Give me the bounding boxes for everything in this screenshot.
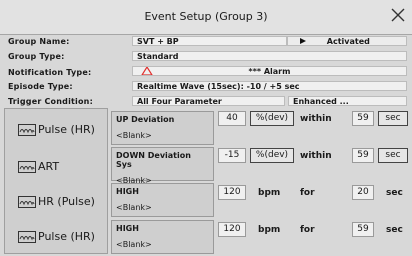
condition-title: HIGH bbox=[116, 224, 139, 233]
parameter-item-2[interactable]: ART bbox=[18, 160, 59, 173]
condition-2[interactable]: DOWN Deviation Sys <Blank> bbox=[111, 147, 214, 185]
condition-title: DOWN Deviation Sys bbox=[116, 151, 191, 169]
waveform-icon bbox=[18, 160, 36, 173]
alarm-triangle-icon bbox=[141, 67, 153, 75]
condition-3-time[interactable]: 20 bbox=[352, 185, 374, 200]
parameter-panel: Pulse (HR) ART HR (Pulse) Pulse (HR) bbox=[4, 108, 108, 254]
condition-3-value[interactable]: 120 bbox=[218, 185, 246, 200]
trigger-condition-label: Trigger Condition: bbox=[8, 97, 93, 106]
waveform-icon bbox=[18, 195, 36, 208]
event-setup-window: Event Setup (Group 3) Group Name: SVT + … bbox=[0, 0, 412, 256]
episode-type-label: Episode Type: bbox=[8, 82, 73, 91]
title-bar: Event Setup (Group 3) bbox=[0, 0, 412, 34]
condition-2-time[interactable]: 59 bbox=[352, 148, 374, 163]
condition-2-op: within bbox=[300, 151, 332, 161]
status-label: Activated bbox=[326, 37, 370, 46]
parameter-item-4[interactable]: Pulse (HR) bbox=[18, 230, 95, 243]
group-name-field[interactable]: SVT + BP bbox=[132, 36, 287, 46]
condition-2-value[interactable]: -15 bbox=[218, 148, 246, 163]
condition-title: UP Deviation bbox=[116, 115, 175, 124]
notification-type-field[interactable]: *** Alarm bbox=[132, 66, 407, 76]
window-title: Event Setup (Group 3) bbox=[144, 10, 268, 23]
condition-title: HIGH bbox=[116, 187, 139, 196]
parameter-label: Pulse (HR) bbox=[38, 123, 95, 136]
play-icon bbox=[300, 37, 306, 45]
parameter-item-1[interactable]: Pulse (HR) bbox=[18, 123, 95, 136]
condition-2-time-unit[interactable]: sec bbox=[378, 148, 408, 163]
parameter-label: HR (Pulse) bbox=[38, 195, 95, 208]
condition-sub: <Blank> bbox=[116, 240, 152, 249]
condition-sub: <Blank> bbox=[116, 131, 152, 140]
waveform-icon bbox=[18, 123, 36, 136]
trigger-mode-field[interactable]: Enhanced ... bbox=[288, 96, 407, 106]
condition-4[interactable]: HIGH <Blank> bbox=[111, 220, 214, 254]
notification-type-label: Notification Type: bbox=[8, 68, 92, 77]
group-type-field[interactable]: Standard bbox=[132, 51, 407, 61]
condition-4-time-unit: sec bbox=[386, 225, 403, 235]
parameter-label: Pulse (HR) bbox=[38, 230, 95, 243]
condition-3-time-unit: sec bbox=[386, 188, 403, 198]
condition-4-op: for bbox=[300, 225, 315, 235]
condition-1-time-unit[interactable]: sec bbox=[378, 111, 408, 126]
header-divider bbox=[0, 34, 412, 35]
condition-3-op: for bbox=[300, 188, 315, 198]
close-icon[interactable] bbox=[390, 7, 406, 23]
condition-3[interactable]: HIGH <Blank> bbox=[111, 183, 214, 217]
waveform-icon bbox=[18, 230, 36, 243]
activation-status[interactable]: Activated bbox=[287, 36, 407, 46]
parameter-label: ART bbox=[38, 160, 60, 173]
group-name-label: Group Name: bbox=[8, 37, 70, 46]
parameter-item-3[interactable]: HR (Pulse) bbox=[18, 195, 95, 208]
condition-4-unit: bpm bbox=[258, 225, 281, 235]
condition-1-time[interactable]: 59 bbox=[352, 111, 374, 126]
episode-type-field[interactable]: Realtime Wave (15sec): -10 / +5 sec bbox=[132, 81, 407, 91]
condition-3-unit: bpm bbox=[258, 188, 281, 198]
group-type-label: Group Type: bbox=[8, 52, 65, 61]
condition-1-value[interactable]: 40 bbox=[218, 111, 246, 126]
condition-1[interactable]: UP Deviation <Blank> bbox=[111, 111, 214, 145]
trigger-condition-field[interactable]: All Four Parameter bbox=[132, 96, 285, 106]
condition-1-unit[interactable]: %(dev) bbox=[250, 111, 294, 126]
condition-4-time[interactable]: 59 bbox=[352, 222, 374, 237]
condition-1-op: within bbox=[300, 114, 332, 124]
condition-2-unit[interactable]: %(dev) bbox=[250, 148, 294, 163]
condition-4-value[interactable]: 120 bbox=[218, 222, 246, 237]
condition-sub: <Blank> bbox=[116, 203, 152, 212]
notification-value: *** Alarm bbox=[248, 67, 291, 76]
